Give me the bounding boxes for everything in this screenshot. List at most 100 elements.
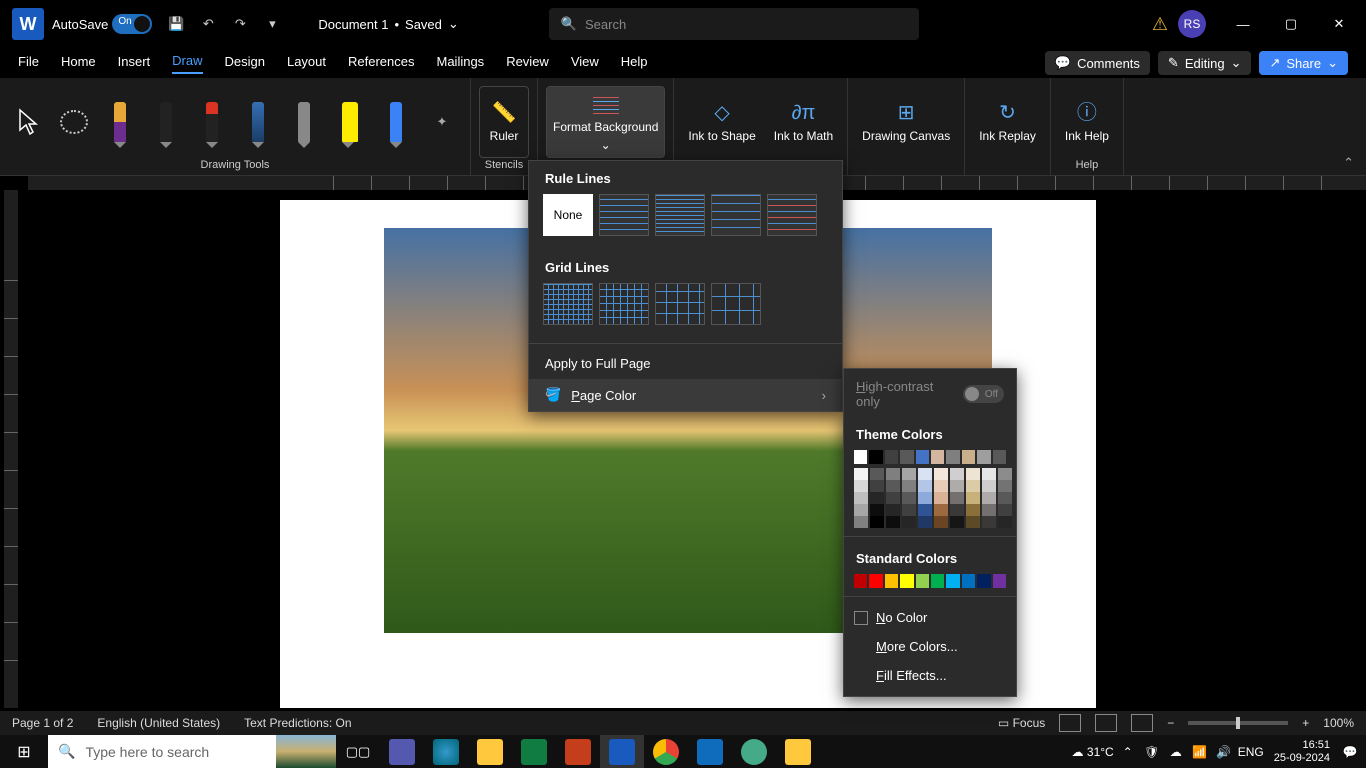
tab-help[interactable]: Help — [621, 54, 648, 73]
undo-icon[interactable]: ↶ — [192, 8, 224, 40]
color-swatch[interactable] — [966, 492, 980, 504]
tab-draw[interactable]: Draw — [172, 53, 202, 74]
color-swatch[interactable] — [918, 492, 932, 504]
rule-lines-red[interactable] — [767, 194, 817, 236]
color-swatch[interactable] — [950, 516, 964, 528]
language-status[interactable]: English (United States) — [97, 716, 220, 730]
fill-effects-item[interactable]: Fill Effects... — [844, 661, 1016, 690]
color-swatch[interactable] — [931, 574, 944, 588]
tab-home[interactable]: Home — [61, 54, 96, 73]
notifications-icon[interactable]: 💬 — [1340, 745, 1360, 759]
focus-button[interactable]: ▭ Focus — [998, 716, 1045, 730]
lasso-tool[interactable] — [54, 95, 94, 149]
editing-button[interactable]: ✎ Editing ⌄ — [1158, 51, 1252, 75]
color-swatch[interactable] — [946, 574, 959, 588]
color-swatch[interactable] — [854, 492, 868, 504]
grid-lines-small[interactable] — [543, 283, 593, 325]
color-swatch[interactable] — [966, 516, 980, 528]
notes-icon[interactable] — [776, 735, 820, 768]
color-swatch[interactable] — [885, 574, 898, 588]
tray-chevron-icon[interactable]: ⌃ — [1118, 745, 1138, 759]
predictions-status[interactable]: Text Predictions: On — [244, 716, 351, 730]
color-swatch[interactable] — [902, 492, 916, 504]
tray-onedrive-icon[interactable]: ☁ — [1166, 745, 1186, 759]
zoom-level[interactable]: 100% — [1323, 716, 1354, 730]
ink-to-shape-button[interactable]: ◇Ink to Shape — [682, 86, 761, 158]
color-swatch[interactable] — [902, 468, 916, 480]
color-swatch[interactable] — [977, 450, 990, 464]
color-swatch[interactable] — [982, 492, 996, 504]
grid-lines-large[interactable] — [655, 283, 705, 325]
teams-icon[interactable] — [380, 735, 424, 768]
color-swatch[interactable] — [934, 468, 948, 480]
maximize-button[interactable]: ▢ — [1268, 8, 1314, 40]
color-swatch[interactable] — [870, 516, 884, 528]
page-status[interactable]: Page 1 of 2 — [12, 716, 73, 730]
color-swatch[interactable] — [916, 574, 929, 588]
tab-mailings[interactable]: Mailings — [437, 54, 485, 73]
start-button[interactable]: ⊞ — [0, 742, 48, 762]
ink-to-math-button[interactable]: ∂πInk to Math — [768, 86, 839, 158]
autosave-toggle[interactable]: AutoSave On — [52, 14, 152, 34]
zoom-in-button[interactable]: + — [1302, 716, 1309, 730]
search-input[interactable]: 🔍 Search — [549, 8, 919, 40]
powerpoint-icon[interactable] — [556, 735, 600, 768]
rule-lines-wide[interactable] — [711, 194, 761, 236]
color-swatch[interactable] — [982, 480, 996, 492]
color-swatch[interactable] — [998, 492, 1012, 504]
pencil-gray[interactable] — [284, 95, 324, 149]
page-color-item[interactable]: 🪣 Page Color › — [529, 379, 842, 411]
user-avatar[interactable]: RS — [1178, 10, 1206, 38]
tab-design[interactable]: Design — [225, 54, 265, 73]
tab-view[interactable]: View — [571, 54, 599, 73]
share-button[interactable]: ↗ Share ⌄ — [1259, 51, 1348, 75]
color-swatch[interactable] — [934, 516, 948, 528]
color-swatch[interactable] — [966, 480, 980, 492]
color-swatch[interactable] — [854, 574, 867, 588]
color-swatch[interactable] — [854, 480, 868, 492]
save-icon[interactable]: 💾 — [160, 8, 192, 40]
zoom-out-button[interactable]: − — [1167, 716, 1174, 730]
warning-icon[interactable]: ⚠ — [1152, 14, 1168, 35]
rule-lines-narrow[interactable] — [599, 194, 649, 236]
color-swatch[interactable] — [870, 492, 884, 504]
explorer-icon[interactable] — [468, 735, 512, 768]
outlook-icon[interactable] — [688, 735, 732, 768]
word-taskbar-icon[interactable] — [600, 735, 644, 768]
pen-black[interactable] — [146, 95, 186, 149]
color-swatch[interactable] — [900, 574, 913, 588]
edge-icon[interactable] — [424, 735, 468, 768]
pen-galaxy[interactable] — [238, 95, 278, 149]
drawing-canvas-button[interactable]: ⊞Drawing Canvas — [856, 86, 956, 158]
grid-lines-medium[interactable] — [599, 283, 649, 325]
color-swatch[interactable] — [918, 516, 932, 528]
color-swatch[interactable] — [993, 450, 1006, 464]
color-swatch[interactable] — [998, 516, 1012, 528]
color-swatch[interactable] — [902, 516, 916, 528]
rule-lines-none[interactable]: None — [543, 194, 593, 236]
color-swatch[interactable] — [993, 574, 1006, 588]
rule-lines-college[interactable] — [655, 194, 705, 236]
tab-layout[interactable]: Layout — [287, 54, 326, 73]
close-button[interactable]: ✕ — [1316, 8, 1362, 40]
color-swatch[interactable] — [931, 450, 944, 464]
color-swatch[interactable] — [934, 492, 948, 504]
color-swatch[interactable] — [977, 574, 990, 588]
color-swatch[interactable] — [918, 480, 932, 492]
color-swatch[interactable] — [886, 504, 900, 516]
color-swatch[interactable] — [886, 480, 900, 492]
customize-qat-icon[interactable]: ▾ — [256, 8, 288, 40]
color-swatch[interactable] — [886, 516, 900, 528]
tray-volume-icon[interactable]: 🔊 — [1214, 745, 1234, 759]
color-swatch[interactable] — [998, 480, 1012, 492]
no-color-item[interactable]: No Color — [844, 603, 1016, 632]
color-swatch[interactable] — [934, 504, 948, 516]
vertical-ruler[interactable] — [4, 190, 18, 708]
tab-references[interactable]: References — [348, 54, 414, 73]
zoom-slider[interactable] — [1188, 721, 1288, 725]
color-swatch[interactable] — [916, 450, 929, 464]
color-swatch[interactable] — [854, 516, 868, 528]
tray-clock[interactable]: 16:51 25-09-2024 — [1268, 739, 1336, 763]
ink-help-button[interactable]: ⓘInk Help — [1059, 86, 1115, 158]
color-swatch[interactable] — [962, 450, 975, 464]
